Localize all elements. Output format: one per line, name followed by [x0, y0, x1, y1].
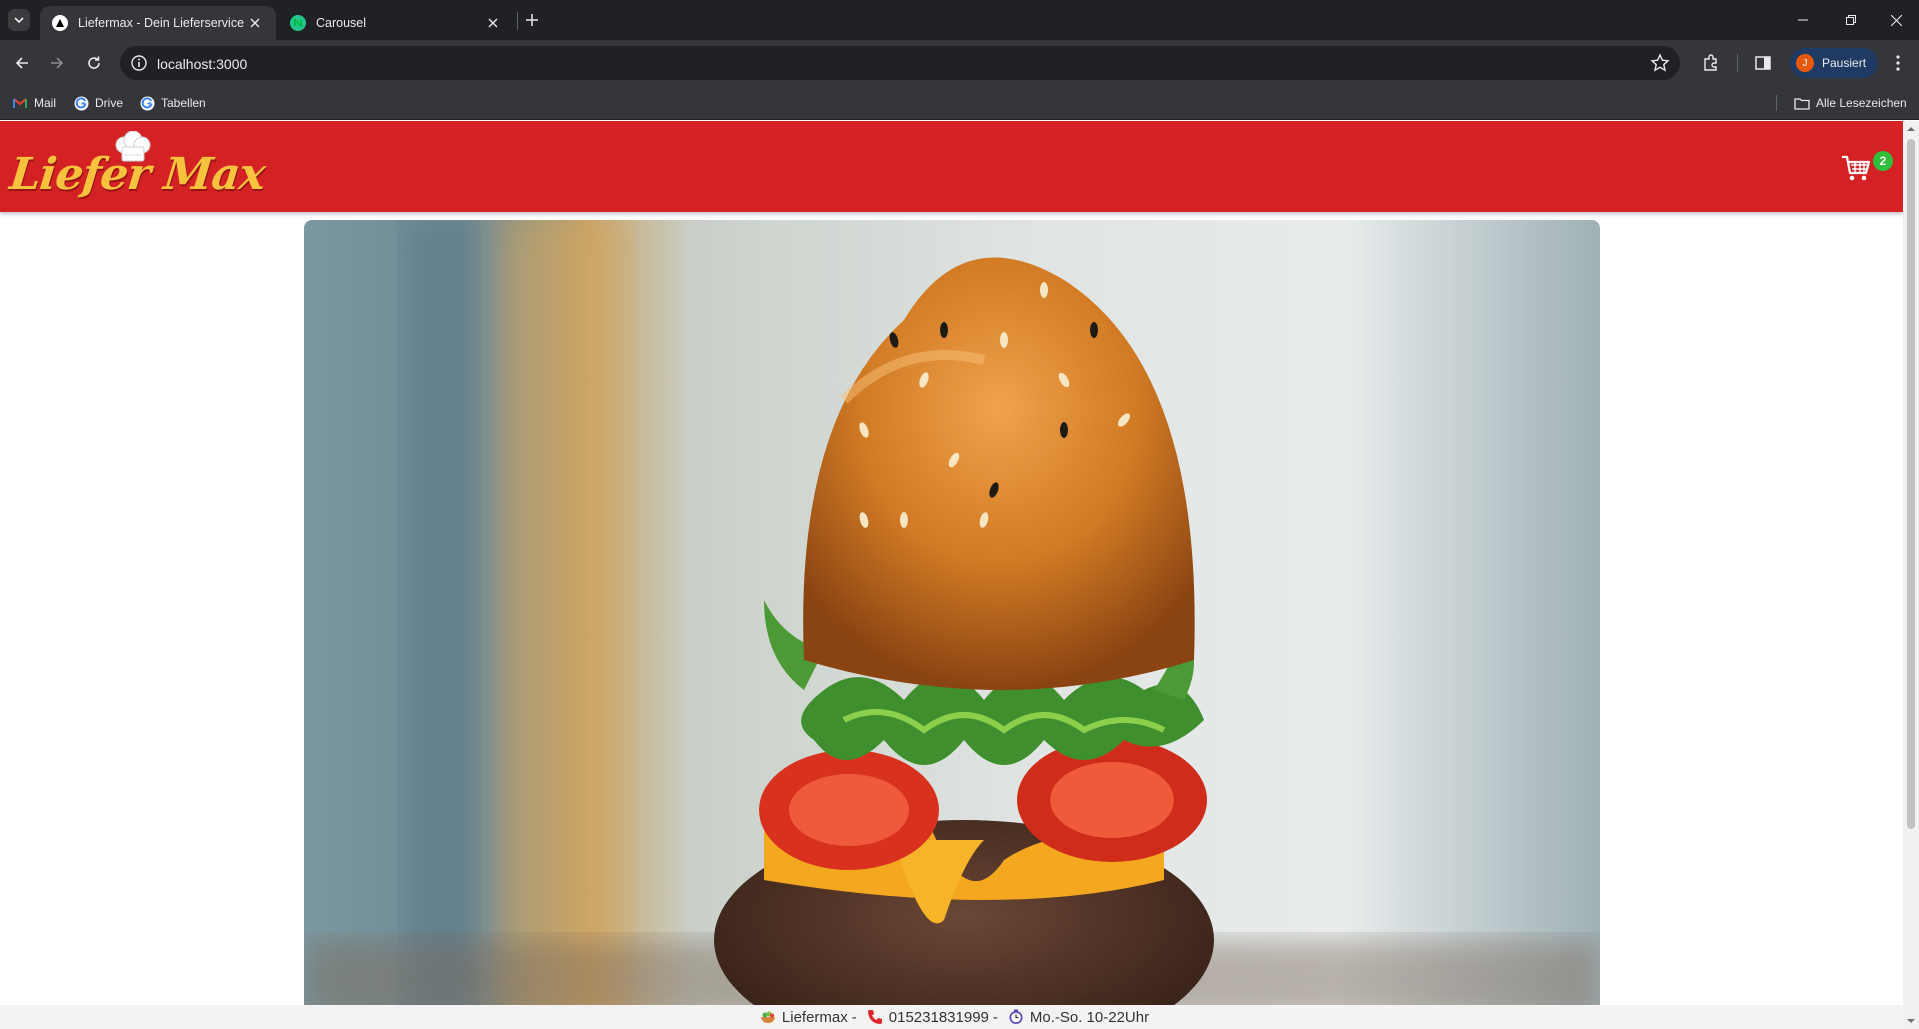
extensions-button[interactable]: [1700, 52, 1722, 74]
bookmark-drive[interactable]: Drive: [73, 95, 123, 111]
shopping-cart-icon[interactable]: [1841, 154, 1871, 182]
google-icon: [73, 95, 89, 111]
browser-toolbar: localhost:3000 J Pausiert: [0, 40, 1919, 86]
arrow-right-icon: [51, 57, 64, 69]
scroll-up-icon[interactable]: [1907, 125, 1915, 133]
close-icon: [1890, 14, 1902, 26]
side-panel-icon: [1755, 56, 1771, 70]
hero-carousel-image[interactable]: [304, 220, 1600, 1020]
burger-image: [304, 220, 1600, 1020]
restore-button[interactable]: [1828, 0, 1874, 40]
profile-button[interactable]: J Pausiert: [1790, 48, 1878, 78]
address-bar[interactable]: localhost:3000: [120, 46, 1680, 80]
bookmarks-divider: [1776, 95, 1777, 111]
reload-icon: [88, 56, 100, 69]
all-bookmarks-label: Alle Lesezeichen: [1816, 96, 1907, 110]
bookmark-mail[interactable]: Mail: [12, 95, 56, 111]
back-button[interactable]: [10, 51, 34, 75]
bookmark-label: Mail: [34, 96, 57, 110]
close-window-button[interactable]: [1873, 0, 1919, 40]
scroll-down-icon[interactable]: [1907, 1017, 1915, 1025]
plus-icon: [526, 14, 538, 26]
site-info-icon[interactable]: [130, 54, 148, 72]
toolbar-divider: [1737, 54, 1738, 72]
tab-title: Liefermax - Dein Lieferservice: [78, 16, 245, 30]
footer-brand: Liefermax: [781, 1008, 848, 1026]
bookmark-label: Tabellen: [161, 96, 206, 110]
avatar: J: [1796, 54, 1814, 72]
all-bookmarks-button[interactable]: Alle Lesezeichen: [1794, 95, 1907, 111]
site-header: Liefer Max 2: [0, 121, 1903, 212]
phone-icon: [867, 1009, 883, 1025]
bookmarks-bar: Mail Drive Tabellen Alle Lesezeichen: [0, 86, 1919, 120]
tab-search-button[interactable]: [8, 9, 30, 31]
menu-button[interactable]: [1887, 52, 1909, 74]
bookmark-star-icon[interactable]: [1650, 53, 1670, 73]
forward-button[interactable]: [45, 51, 69, 75]
reload-button[interactable]: [82, 51, 106, 75]
page-viewport: Liefer Max 2 Liefermax - 015231831999 - …: [0, 121, 1903, 1029]
tab-divider: [517, 12, 518, 30]
footer-separator: -: [851, 1008, 857, 1026]
google-icon: [139, 95, 155, 111]
url-text[interactable]: localhost:3000: [157, 56, 247, 72]
site-logo[interactable]: Liefer Max: [7, 131, 267, 209]
carousel-favicon-icon: [290, 15, 306, 31]
info-footer: Liefermax - 015231831999 - Mo.-So. 10-22…: [0, 1005, 1903, 1029]
tab-carousel[interactable]: Carousel: [278, 6, 514, 40]
bookmark-tabellen[interactable]: Tabellen: [139, 95, 206, 111]
browser-tabbar: Liefermax - Dein Lieferservice Carousel: [0, 0, 1919, 40]
tab-liefermax[interactable]: Liefermax - Dein Lieferservice: [40, 6, 276, 40]
gmail-icon: [12, 95, 28, 111]
folder-icon: [1794, 95, 1810, 111]
profile-status: Pausiert: [1822, 56, 1867, 70]
puzzle-icon: [1704, 54, 1717, 71]
side-panel-button[interactable]: [1752, 52, 1774, 74]
cart-count-badge: 2: [1873, 151, 1893, 171]
salad-bowl-icon: [760, 1009, 776, 1025]
restore-icon: [1846, 15, 1856, 25]
close-tab-icon[interactable]: [484, 14, 502, 32]
minimize-button[interactable]: [1780, 0, 1826, 40]
nextjs-favicon-icon: [52, 15, 68, 31]
new-tab-button[interactable]: [520, 8, 544, 32]
scrollbar-thumb[interactable]: [1907, 139, 1915, 829]
more-vert-icon: [1896, 55, 1900, 71]
bookmark-label: Drive: [95, 96, 124, 110]
arrow-left-icon: [15, 57, 28, 69]
clock-icon: [1008, 1009, 1024, 1025]
page-scrollbar[interactable]: [1903, 121, 1919, 1029]
footer-hours: Mo.-So. 10-22Uhr: [1029, 1008, 1150, 1026]
footer-phone[interactable]: 015231831999: [889, 1009, 989, 1026]
chevron-down-icon: [14, 17, 24, 24]
close-tab-icon[interactable]: [246, 14, 264, 32]
footer-separator: -: [992, 1008, 998, 1026]
minimize-icon: [1798, 19, 1808, 21]
logo-text: Liefer Max: [7, 149, 268, 200]
tab-title: Carousel: [316, 16, 367, 30]
